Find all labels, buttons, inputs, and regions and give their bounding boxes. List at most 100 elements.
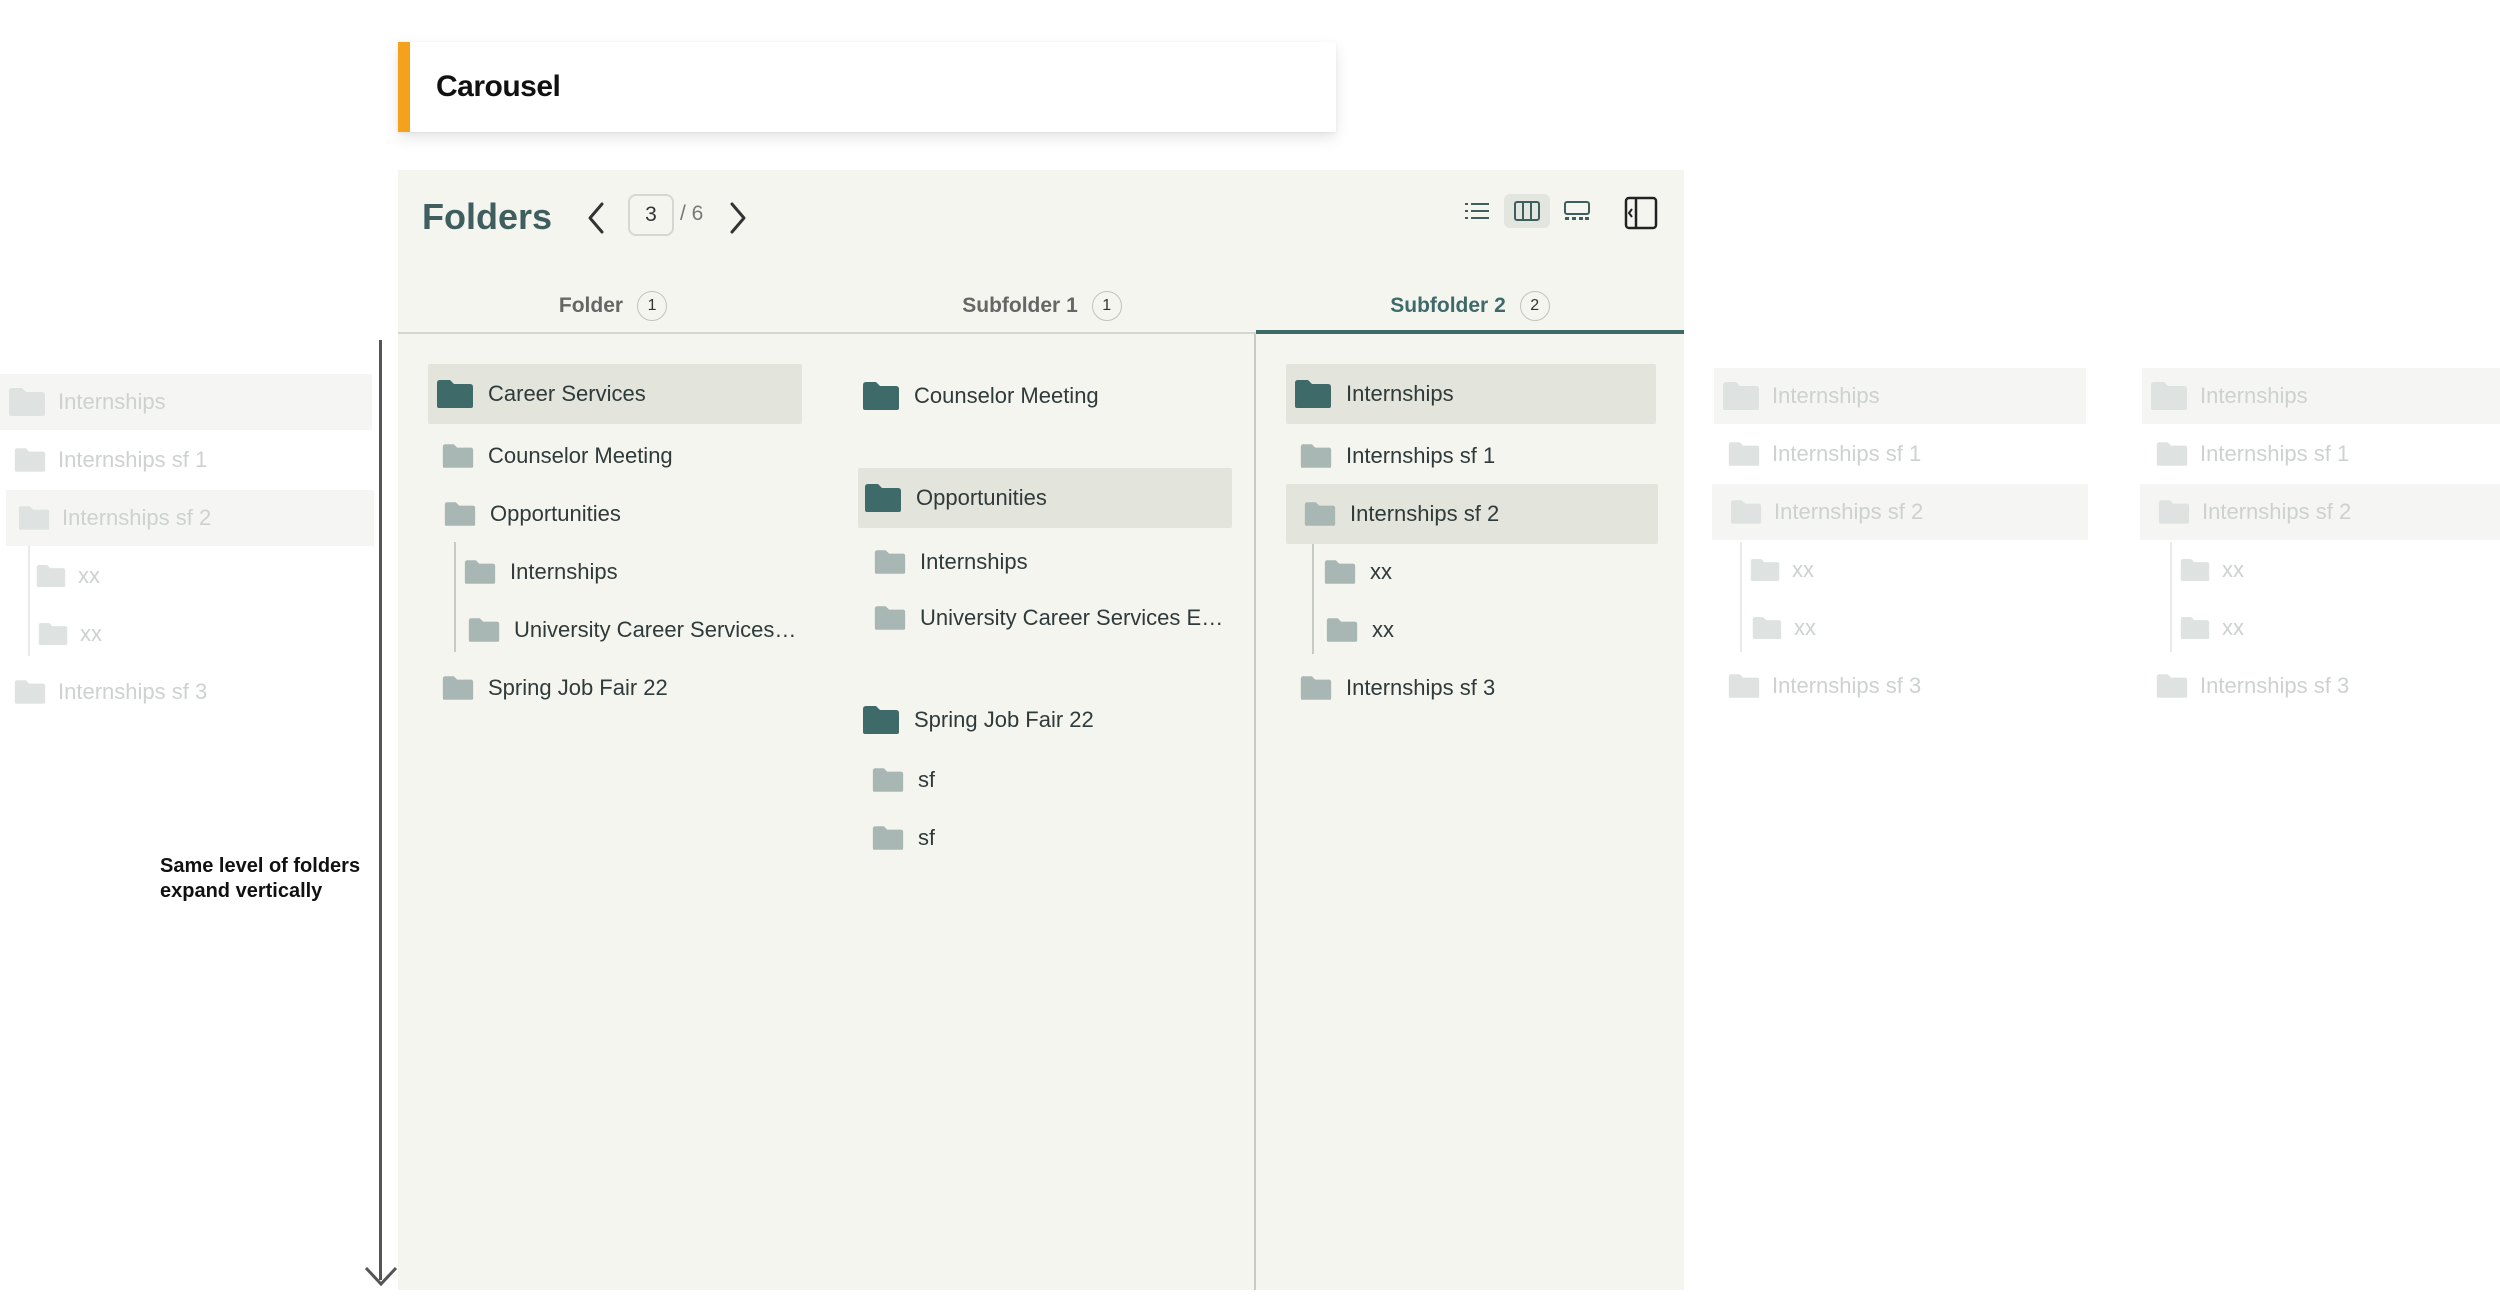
list-item: xx <box>2180 600 2480 656</box>
folder-icon <box>1750 558 1780 582</box>
folder-label: Counselor Meeting <box>488 443 673 468</box>
list-item-label: Internships sf 3 <box>1772 673 1922 698</box>
tab-folder[interactable]: Folder 1 <box>398 278 828 334</box>
folder-icon <box>36 564 66 588</box>
folder-item-counselor-meeting[interactable]: Counselor Meeting <box>858 366 1232 426</box>
column-view-icon <box>1514 201 1540 221</box>
folder-item-opportunities[interactable]: Opportunities <box>428 484 802 544</box>
folder-icon <box>1295 380 1331 408</box>
page-total: / 6 <box>680 202 704 225</box>
folder-icon <box>442 676 474 700</box>
folder-icon <box>2156 442 2188 466</box>
folder-item-internships-sf-3[interactable]: Internships sf 3 <box>1286 658 1656 718</box>
folder-label: Spring Job Fair 22 <box>488 675 668 700</box>
folder-item-xx[interactable]: xx <box>1324 542 1654 602</box>
folder-icon <box>874 550 906 574</box>
folder-icon <box>2180 558 2210 582</box>
count-badge: 1 <box>637 291 668 321</box>
folder-icon <box>1300 676 1332 700</box>
folder-label: sf <box>918 825 936 850</box>
chevron-right-icon[interactable] <box>720 198 756 238</box>
folder-item-spring-job-fair[interactable]: Spring Job Fair 22 <box>428 658 802 718</box>
list-item-label: Internships sf 1 <box>1772 441 1922 466</box>
list-item: Internships sf 2 <box>1712 484 2088 540</box>
folder-item-university-career-services[interactable]: University Career Services E… <box>874 588 1232 648</box>
count-badge: 2 <box>1519 291 1550 321</box>
list-item: xx <box>2180 542 2480 598</box>
folder-item-career-services[interactable]: Career Services <box>428 364 802 424</box>
folder-item-internships[interactable]: Internships <box>1286 364 1656 424</box>
list-item: xx <box>38 606 338 662</box>
list-view-button[interactable] <box>1454 194 1500 228</box>
folder-icon <box>2158 500 2190 524</box>
folder-item-internships[interactable]: Internships <box>464 542 802 602</box>
list-item-label: Internships sf 2 <box>1774 499 1924 524</box>
folder-item-university-career-services[interactable]: University Career Services… <box>468 600 802 660</box>
folder-icon <box>1752 616 1782 640</box>
list-item: Internships <box>0 374 372 430</box>
folder-label: University Career Services E… <box>920 605 1224 630</box>
folder-label: Career Services <box>488 381 646 406</box>
list-item: xx <box>1752 600 2052 656</box>
tree-line <box>28 546 30 656</box>
list-item-label: Internships sf 3 <box>2200 673 2350 698</box>
list-item: xx <box>1750 542 2050 598</box>
folder-item-internships-sf-1[interactable]: Internships sf 1 <box>1286 426 1656 486</box>
page-number-input[interactable]: 3 <box>628 194 674 236</box>
tree-line <box>2170 542 2172 652</box>
folder-label: Counselor Meeting <box>914 383 1099 408</box>
count-badge: 1 <box>1091 291 1122 321</box>
list-item: Internships sf 1 <box>1712 426 2084 482</box>
folder-icon <box>464 560 496 584</box>
list-item: Internships sf 3 <box>2140 658 2498 714</box>
folder-icon <box>874 606 906 630</box>
list-item: Internships <box>1714 368 2086 424</box>
faded-column-left: Internships Internships sf 1 Internships… <box>0 374 380 734</box>
carousel-title: Carousel <box>436 70 561 103</box>
annotation-line-2: expand vertically <box>160 880 323 902</box>
panel-title: Folders <box>422 196 553 237</box>
accent-bar <box>398 42 410 132</box>
chevron-left-icon[interactable] <box>578 198 614 238</box>
folder-icon <box>442 444 474 468</box>
tab-label: Subfolder 1 <box>962 294 1078 317</box>
folder-item-xx[interactable]: xx <box>1326 600 1654 660</box>
folder-item-internships-sf-2[interactable]: Internships sf 2 <box>1286 484 1658 544</box>
folder-label: Internships <box>920 549 1028 574</box>
folder-item-counselor-meeting[interactable]: Counselor Meeting <box>428 426 802 486</box>
folder-label: sf <box>918 767 936 792</box>
folder-item-internships[interactable]: Internships <box>874 532 1232 592</box>
folder-icon <box>1728 674 1760 698</box>
folder-label: University Career Services… <box>514 617 797 642</box>
list-item: Internships sf 1 <box>0 432 372 488</box>
column-view-button[interactable] <box>1504 194 1550 228</box>
folder-item-opportunities[interactable]: Opportunities <box>858 468 1232 528</box>
folder-item-sf[interactable]: sf <box>872 808 1232 868</box>
gallery-view-button[interactable] <box>1554 194 1600 228</box>
folder-icon <box>1300 444 1332 468</box>
folder-icon <box>872 768 904 792</box>
folders-panel: Folders 3 / 6 Folder 1 Subfolder 1 1 Sub… <box>398 170 1684 1290</box>
panel-toggle-icon[interactable] <box>1624 196 1658 230</box>
folder-icon <box>444 502 476 526</box>
folder-item-sf[interactable]: sf <box>872 750 1232 810</box>
folder-icon <box>2180 616 2210 640</box>
folder-icon <box>468 618 500 642</box>
list-item-label: Internships sf 3 <box>58 679 208 704</box>
list-item: Internships sf 3 <box>0 664 372 720</box>
tab-subfolder-1[interactable]: Subfolder 1 1 <box>828 278 1256 334</box>
folder-icon <box>14 448 46 472</box>
faded-column-right-2: Internships Internships sf 1 Internships… <box>2140 368 2500 728</box>
list-item-label: Internships sf 1 <box>2200 441 2350 466</box>
tree-line <box>1312 544 1314 654</box>
list-item: Internships sf 3 <box>1712 658 2084 714</box>
column-divider <box>1254 334 1256 1290</box>
folder-item-spring-job-fair[interactable]: Spring Job Fair 22 <box>858 690 1232 750</box>
list-view-icon <box>1465 203 1489 219</box>
folder-icon <box>1324 560 1356 584</box>
folder-icon <box>14 680 46 704</box>
list-item-label: xx <box>78 563 100 588</box>
list-item-label: Internships sf 2 <box>62 505 212 530</box>
tab-subfolder-2[interactable]: Subfolder 2 2 <box>1256 278 1684 334</box>
tab-label: Folder <box>558 294 624 317</box>
